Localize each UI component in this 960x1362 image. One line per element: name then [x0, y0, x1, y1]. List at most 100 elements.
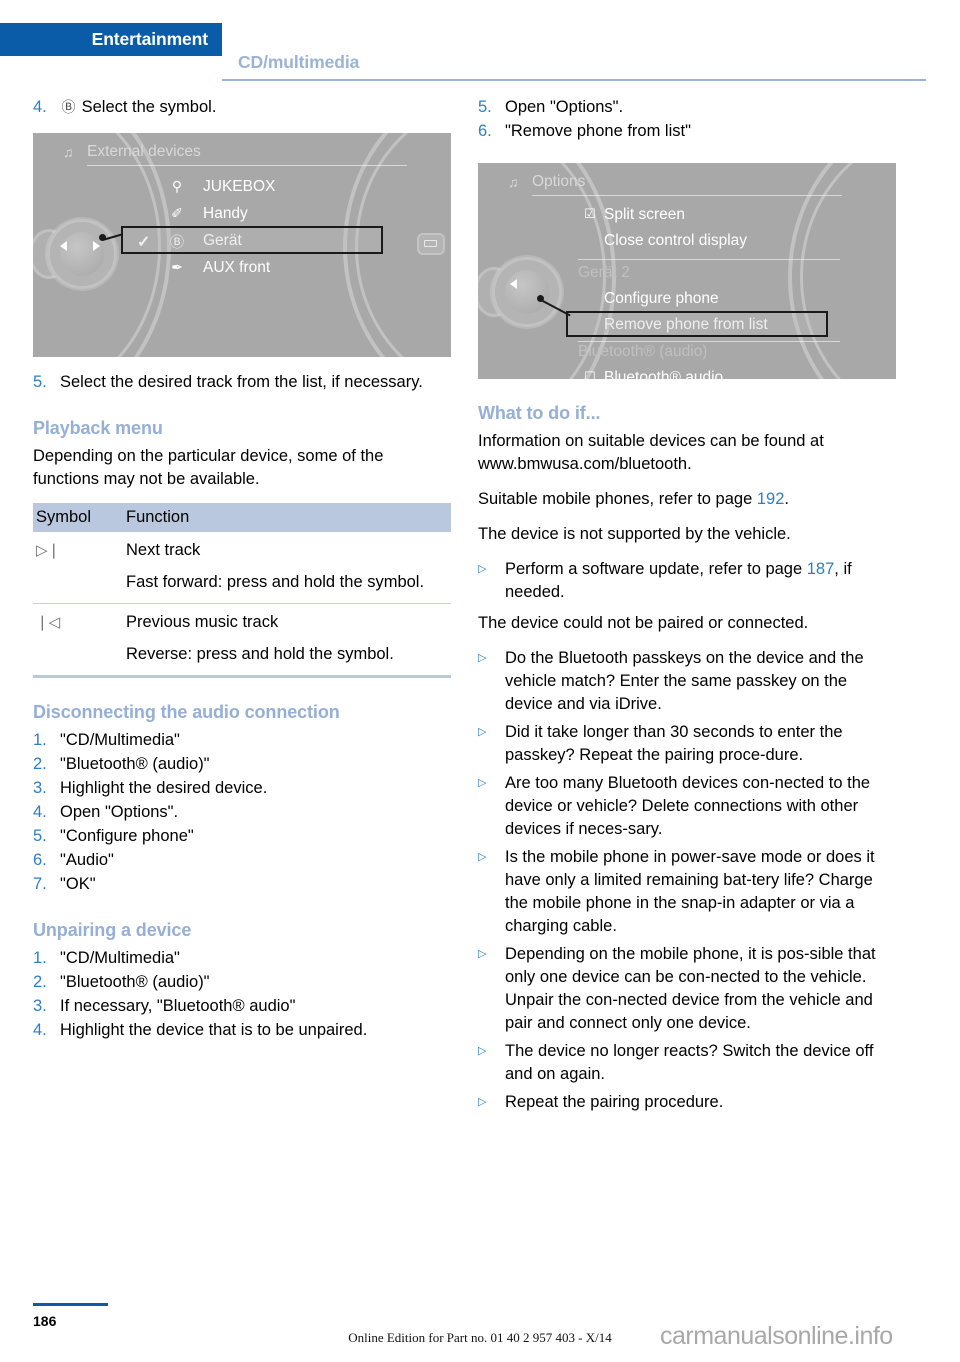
- list-item-label: Configure phone: [604, 290, 719, 307]
- bullet-text: Do the Bluetooth passkeys on the device …: [505, 649, 864, 713]
- step-item: 4. Highlight the device that is to be un…: [33, 1019, 451, 1042]
- bullet-text: Did it take longer than 30 seconds to en…: [505, 723, 843, 764]
- bullet-item: ▷ Are too many Bluetooth devices con-nec…: [478, 772, 896, 841]
- step-text-with-icon: Ⓑ Select the symbol.: [60, 96, 451, 119]
- heading-what-to-do-if: What to do if...: [478, 403, 601, 423]
- list-item[interactable]: ✐ Handy: [171, 205, 248, 223]
- triangle-bullet-icon: ▷: [478, 652, 487, 664]
- list-item[interactable]: ☑ Split screen: [584, 206, 685, 224]
- step-number: 1.: [33, 949, 47, 967]
- step-item: 2. "Bluetooth® (audio)": [33, 753, 451, 776]
- idrive-screenshot-options: ♫ Options ☑ Split screen Close control d…: [478, 163, 896, 379]
- bullet-text: Is the mobile phone in power-save mode o…: [505, 848, 875, 935]
- step-item: 2. "Bluetooth® (audio)": [33, 971, 451, 994]
- step-number: 4.: [33, 1021, 47, 1039]
- step-text: "Configure phone": [60, 827, 194, 845]
- bullet-text: The device no longer reacts? Switch the …: [505, 1042, 874, 1083]
- heading-unpairing-device: Unpairing a device: [33, 920, 192, 940]
- page-reference-link[interactable]: 187: [807, 560, 835, 578]
- column-header-symbol: Symbol: [33, 503, 126, 532]
- multimedia-note-icon: ♫: [508, 174, 519, 190]
- idrive-controller-knob: [47, 219, 117, 289]
- list-item[interactable]: Configure phone: [604, 290, 719, 308]
- step-item: 6. "Audio": [33, 849, 451, 872]
- step-text: Select the desired track from the list, …: [60, 373, 423, 391]
- bluetooth-icon: Ⓑ: [61, 99, 76, 115]
- idrive-menu-title: External devices: [87, 143, 201, 160]
- device-unsupported-paragraph: The device is not supported by the vehic…: [478, 525, 791, 543]
- list-item-label: Split screen: [604, 206, 685, 223]
- bullet-text: Are too many Bluetooth devices con-necte…: [505, 774, 871, 838]
- knob-left-arrow-icon: [60, 241, 67, 251]
- idrive-section-divider: [578, 341, 840, 342]
- heading-playback-menu: Playback menu: [33, 418, 163, 438]
- tab-cd-multimedia-label[interactable]: CD/multimedia: [238, 52, 359, 73]
- idrive-title-divider: [532, 195, 842, 196]
- list-item[interactable]: ⚲ JUKEBOX: [172, 178, 276, 196]
- page-reference-link[interactable]: 192: [757, 490, 785, 508]
- multimedia-note-icon: ♫: [63, 144, 74, 160]
- site-watermark: carmanualsonline.info: [660, 1322, 893, 1350]
- bullet-item: ▷ Is the mobile phone in power-save mode…: [478, 846, 896, 938]
- bullet-item: ▷ Depending on the mobile phone, it is p…: [478, 943, 896, 1035]
- section-label-text: Gerät 2: [578, 264, 630, 281]
- step-number: 2.: [33, 755, 47, 773]
- heading-disconnecting-audio: Disconnecting the audio connection: [33, 702, 340, 722]
- previous-track-icon: ❘◁: [33, 603, 126, 675]
- step-number: 3.: [33, 997, 47, 1015]
- paragraph-text: Suitable mobile phones, refer to page: [478, 490, 757, 508]
- selection-highlight-box: [121, 226, 383, 254]
- knob-left-arrow-icon: [510, 279, 517, 289]
- step-item: 5. "Configure phone": [33, 825, 451, 848]
- idrive-knob-inner: [60, 232, 104, 276]
- step-text: Select the symbol.: [81, 98, 217, 116]
- list-item[interactable]: ✒ AUX front: [171, 259, 270, 277]
- info-paragraph: Information on suitable devices can be f…: [478, 432, 824, 473]
- step-text: "Bluetooth® (audio)": [60, 973, 210, 991]
- bullet-item: ▷ Did it take longer than 30 seconds to …: [478, 721, 896, 767]
- step-item: 4. Ⓑ Select the symbol.: [33, 96, 451, 119]
- step-number: 1.: [33, 731, 47, 749]
- table-header-row: Symbol Function: [33, 503, 451, 532]
- callout-leader-dot: [99, 234, 106, 241]
- bullet-text: Perform a software update, refer to page…: [505, 558, 896, 604]
- function-line: Next track: [126, 541, 201, 559]
- bullet-item: ▷ Do the Bluetooth passkeys on the devic…: [478, 647, 896, 716]
- bullet-item: ▷ The device no longer reacts? Switch th…: [478, 1040, 896, 1086]
- triangle-bullet-icon: ▷: [478, 948, 487, 960]
- table-bottom-rule: [33, 675, 451, 678]
- step-number: 5.: [33, 373, 47, 391]
- page-number: 186: [33, 1313, 57, 1329]
- function-line: Reverse: press and hold the symbol.: [126, 645, 394, 663]
- step-item: 1. "CD/Multimedia": [33, 729, 451, 752]
- bullet-text-pre: Perform a software update, refer to page: [505, 560, 807, 578]
- table-cell-function: Previous music track Reverse: press and …: [126, 603, 451, 675]
- step-item: 5. Open "Options".: [478, 96, 896, 119]
- idrive-controller-knob: [492, 257, 562, 327]
- table-row: ▷❘ Next track Fast forward: press and ho…: [33, 532, 451, 604]
- list-item[interactable]: Close control display: [604, 232, 747, 250]
- bullet-item: ▷ Repeat the pairing procedure.: [478, 1091, 896, 1114]
- page-header: Entertainment CD/multimedia: [0, 23, 960, 81]
- function-line: Previous music track: [126, 613, 279, 631]
- tab-entertainment[interactable]: Entertainment: [0, 23, 222, 56]
- idrive-screenshot-external-devices: ♫ External devices ⚲ JUKEBOX ✐ Handy ✓ Ⓑ…: [33, 133, 451, 357]
- step-item: 5. Select the desired track from the lis…: [33, 371, 451, 394]
- step-item: 1. "CD/Multimedia": [33, 947, 451, 970]
- idrive-side-button: [417, 233, 445, 255]
- step-text: If necessary, "Bluetooth® audio": [60, 997, 296, 1015]
- step-number: 5.: [478, 98, 492, 116]
- phone-icon: ✐: [171, 205, 183, 221]
- right-column: 5. Open "Options". 6. "Remove phone from…: [478, 96, 896, 1119]
- step-number: 4.: [33, 803, 47, 821]
- pairing-failed-paragraph: The device could not be paired or connec…: [478, 614, 809, 632]
- list-item[interactable]: ☐ Bluetooth® audio: [584, 369, 723, 379]
- triangle-bullet-icon: ▷: [478, 851, 487, 863]
- playback-symbol-table: Symbol Function ▷❘ Next track Fast forwa…: [33, 503, 451, 675]
- table-cell-function: Next track Fast forward: press and hold …: [126, 532, 451, 604]
- step-text: Highlight the device that is to be unpai…: [60, 1021, 368, 1039]
- list-section-label: Bluetooth® (audio): [578, 343, 707, 361]
- step-item: 4. Open "Options".: [33, 801, 451, 824]
- triangle-bullet-icon: ▷: [478, 1045, 487, 1057]
- step-item: 3. If necessary, "Bluetooth® audio": [33, 995, 451, 1018]
